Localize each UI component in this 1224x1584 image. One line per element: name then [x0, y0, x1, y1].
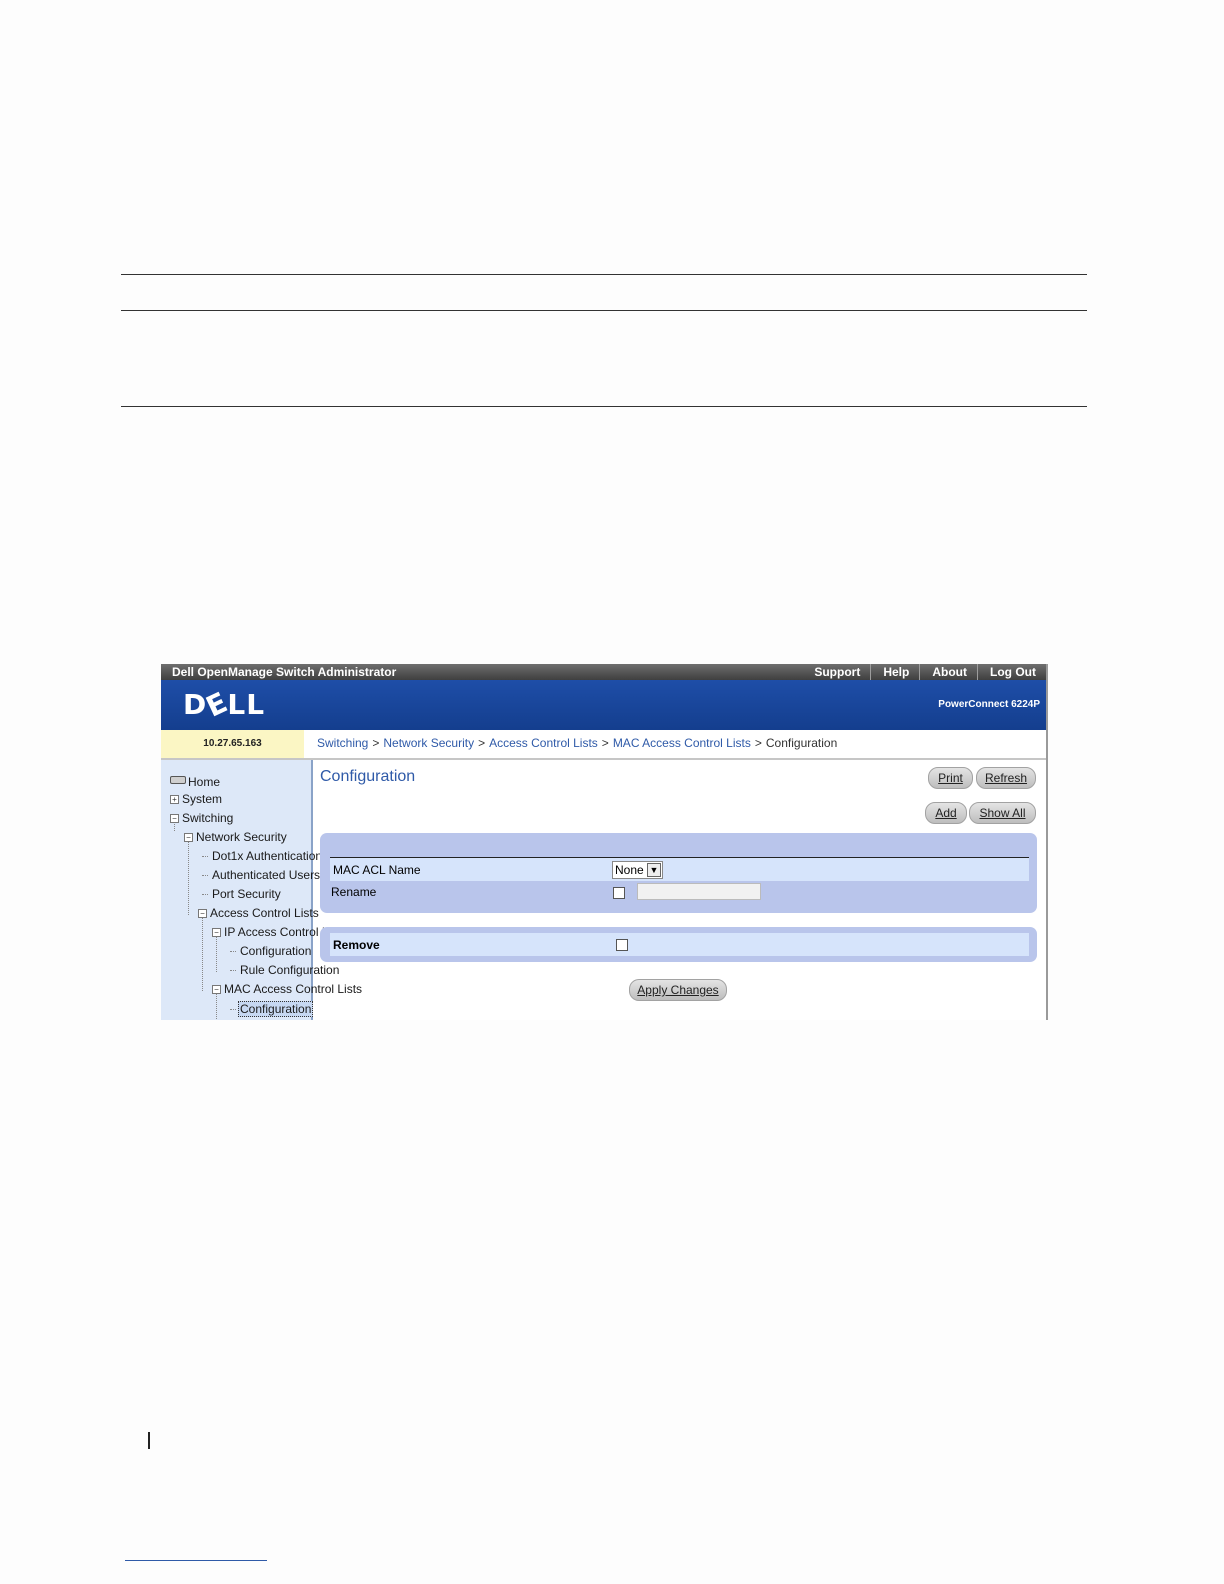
- mac-acl-name-label: MAC ACL Name: [333, 863, 421, 877]
- sidebar-item-mac-configuration[interactable]: Configuration: [238, 1001, 314, 1017]
- home-icon: [170, 776, 186, 784]
- top-bar: Dell OpenManage Switch Administrator Sup…: [161, 664, 1046, 680]
- footer-rule: [125, 1560, 267, 1561]
- app-title: Dell OpenManage Switch Administrator: [172, 665, 397, 679]
- tree-line: [202, 894, 208, 895]
- sidebar-item-network-security[interactable]: − Network Security: [184, 830, 287, 844]
- sidebar-item-home[interactable]: Home: [170, 775, 220, 789]
- page-title: Configuration: [320, 768, 416, 785]
- log-out-link[interactable]: Log Out: [977, 664, 1046, 680]
- remove-label: Remove: [333, 938, 380, 952]
- tree-line: [202, 915, 203, 991]
- tree-line: [230, 970, 236, 971]
- apply-changes-button[interactable]: Apply Changes: [629, 979, 727, 1001]
- mac-acl-name-value: None: [615, 863, 644, 877]
- sidebar-item-dot1x-authentication[interactable]: Dot1x Authentication: [212, 849, 322, 863]
- sidebar-item-switching[interactable]: − Switching: [170, 811, 233, 825]
- add-button[interactable]: Add: [925, 802, 967, 824]
- tree-line: [202, 856, 208, 857]
- rename-checkbox[interactable]: [613, 887, 625, 899]
- model-name: PowerConnect 6224P: [938, 699, 1040, 710]
- collapse-icon[interactable]: −: [212, 985, 221, 994]
- sidebar-item-system[interactable]: + System: [170, 792, 222, 806]
- collapse-icon[interactable]: −: [184, 833, 193, 842]
- breadcrumb-network-security[interactable]: Network Security: [383, 736, 474, 750]
- breadcrumb-access-control-lists[interactable]: Access Control Lists: [489, 736, 598, 750]
- sidebar-item-port-security[interactable]: Port Security: [212, 887, 281, 901]
- about-link[interactable]: About: [919, 664, 977, 680]
- brand-bar: DELL PowerConnect 6224P: [161, 680, 1046, 730]
- show-all-button[interactable]: Show All: [969, 802, 1036, 824]
- support-link[interactable]: Support: [802, 664, 870, 680]
- expand-icon[interactable]: +: [170, 795, 179, 804]
- page-rule-middle: [121, 310, 1087, 311]
- refresh-button[interactable]: Refresh: [976, 767, 1036, 789]
- screenshot-frame: Dell OpenManage Switch Administrator Sup…: [161, 664, 1048, 1020]
- sidebar: Home + System − Switching − Network Securit…: [161, 760, 362, 1020]
- rename-label: Rename: [331, 885, 377, 899]
- sidebar-item-ip-configuration[interactable]: Configuration: [240, 944, 311, 958]
- top-links: Support Help About Log Out: [802, 664, 1046, 680]
- margin-change-bar: [148, 1432, 150, 1449]
- ip-address: 10.27.65.163: [161, 730, 304, 758]
- remove-panel: Remove: [320, 927, 1037, 962]
- acl-config-panel: MAC ACL Name None ▼ Rename: [320, 833, 1037, 913]
- print-button[interactable]: Print: [928, 767, 973, 789]
- remove-checkbox[interactable]: [616, 939, 628, 951]
- mac-acl-name-select[interactable]: None ▼: [612, 861, 663, 879]
- tree-line: [202, 875, 208, 876]
- breadcrumb-switching[interactable]: Switching: [317, 736, 368, 750]
- main-content: Configuration Print Refresh Add Show All…: [313, 760, 1046, 1020]
- breadcrumb-row: 10.27.65.163 Switching > Network Security >…: [161, 730, 1046, 760]
- sidebar-item-authenticated-users[interactable]: Authenticated Users: [212, 868, 320, 882]
- breadcrumb-current: Configuration: [765, 736, 838, 750]
- mac-acl-name-row: MAC ACL Name None ▼: [330, 858, 1029, 881]
- collapse-icon[interactable]: −: [212, 928, 221, 937]
- tree-line: [188, 839, 189, 915]
- remove-row: Remove: [330, 933, 1029, 956]
- tree-line: [216, 934, 217, 972]
- tree-line: [230, 1009, 236, 1010]
- rename-row: Rename: [330, 881, 1029, 905]
- dell-logo: DELL: [183, 685, 266, 724]
- tree-line: [230, 951, 236, 952]
- sidebar-item-access-control-lists[interactable]: − Access Control Lists: [198, 906, 319, 920]
- collapse-icon[interactable]: −: [198, 909, 207, 918]
- rename-field[interactable]: [637, 883, 761, 900]
- help-link[interactable]: Help: [870, 664, 919, 680]
- chevron-down-icon: ▼: [647, 863, 661, 877]
- collapse-icon[interactable]: −: [170, 814, 179, 823]
- page-rule-bottom: [121, 406, 1087, 407]
- breadcrumb: Switching > Network Security > Access Contro…: [317, 736, 838, 750]
- page-rule-top: [121, 274, 1087, 275]
- breadcrumb-mac-access-control-lists[interactable]: MAC Access Control Lists: [613, 736, 751, 750]
